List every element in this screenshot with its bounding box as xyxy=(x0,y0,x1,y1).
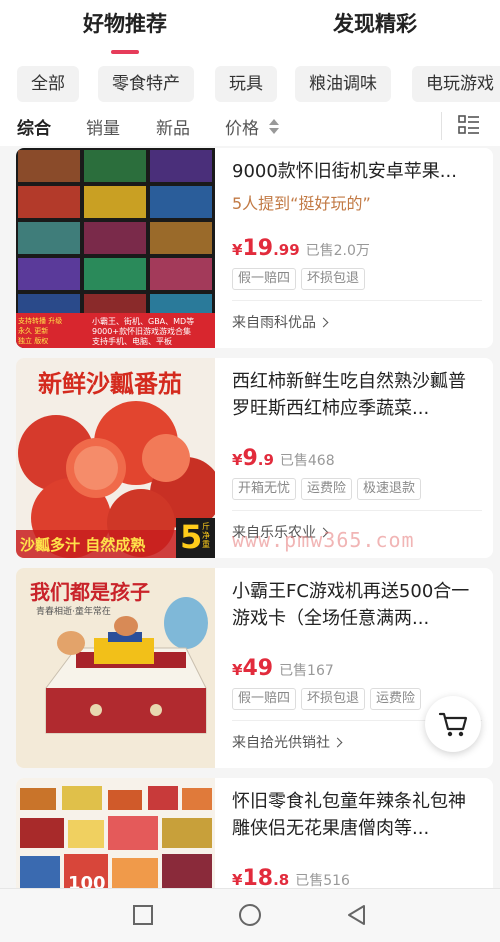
arcade-image-left1: 支持转播 升级 xyxy=(18,317,63,325)
product-image-tomato[interactable]: 新鲜沙瓤番茄 沙瓤多汁 自然成熟 5 斤净重 xyxy=(16,358,215,558)
service-tags: 假一赔四 坏损包退 运费险 xyxy=(232,687,426,710)
service-tag: 极速退款 xyxy=(357,478,422,500)
product-title[interactable]: 怀旧零食礼包童年辣条礼包神雕侠侣无花果唐僧肉等... xyxy=(232,788,482,842)
chevron-right-icon xyxy=(332,737,343,748)
product-price: ¥49 xyxy=(232,656,274,681)
tomato-image-headline: 新鲜沙瓤番茄 xyxy=(38,370,182,398)
product-title[interactable]: 西红柿新鲜生吃自然熟沙瓤普罗旺斯西红柿应季蔬菜... xyxy=(232,368,482,422)
category-chip-bar: 全部 零食特产 玩具 粮油调味 电玩游戏 xyxy=(0,60,500,110)
service-tag: 假一赔四 xyxy=(232,268,297,290)
sort-divider xyxy=(441,112,442,140)
sort-bar: 综合 销量 新品 价格 xyxy=(0,110,500,146)
console-image-tagline: 青春相逝·童年常在 xyxy=(36,607,111,617)
tomato-image-footer: 沙瓤多汁 自然成熟 xyxy=(20,536,146,554)
sold-count: 已售516 xyxy=(295,873,350,889)
product-image-console[interactable]: 我们都是孩子 青春相逝·童年常在 xyxy=(16,568,215,768)
circle-icon[interactable] xyxy=(238,903,262,927)
store-link[interactable]: 来自拾光供销社 xyxy=(232,732,343,752)
tomato-weight-unit: 斤净重 xyxy=(202,522,210,549)
category-chip-all[interactable]: 全部 xyxy=(17,66,79,102)
top-tab-bar: 好物推荐 发现精彩 xyxy=(0,0,500,60)
watermark-text: www.pmw365.com xyxy=(232,528,415,552)
sort-comprehensive[interactable]: 综合 xyxy=(17,114,51,139)
category-chip-snacks[interactable]: 零食特产 xyxy=(98,66,194,102)
product-price: ¥18.8 xyxy=(232,866,290,891)
tab-discover[interactable]: 发现精彩 xyxy=(333,8,417,38)
square-icon[interactable] xyxy=(131,903,155,927)
sort-arrows-icon[interactable] xyxy=(269,117,279,137)
tab-recommended[interactable]: 好物推荐 xyxy=(83,8,167,38)
sort-sales[interactable]: 销量 xyxy=(86,114,120,139)
console-image-headline: 我们都是孩子 xyxy=(30,580,150,604)
service-tag: 坏损包退 xyxy=(301,268,366,290)
product-image-arcade[interactable]: 小霸王、街机、GBA、MD等 9000+款怀旧游戏游戏合集 支持手机、电脑、平板… xyxy=(16,148,215,348)
sold-count: 已售2.0万 xyxy=(305,243,370,259)
triangle-back-icon[interactable] xyxy=(344,903,368,927)
service-tag: 假一赔四 xyxy=(232,688,297,710)
category-chip-groceries[interactable]: 粮油调味 xyxy=(295,66,391,102)
product-card[interactable]: 我们都是孩子 青春相逝·童年常在 小霸王FC游戏机再送500合一游戏卡（全场任意… xyxy=(16,568,493,768)
card-divider xyxy=(232,300,482,301)
active-tab-indicator xyxy=(111,50,139,54)
product-title[interactable]: 9000款怀旧街机安卓苹果... xyxy=(232,158,482,185)
product-card[interactable]: 小霸王、街机、GBA、MD等 9000+款怀旧游戏游戏合集 支持手机、电脑、平板… xyxy=(16,148,493,348)
cart-button[interactable] xyxy=(425,696,481,752)
price-row: ¥19.99 已售2.0万 xyxy=(232,236,370,261)
product-image-snacks[interactable]: 100 xyxy=(16,778,215,898)
product-price: ¥19.99 xyxy=(232,236,300,261)
chevron-right-icon xyxy=(318,317,329,328)
service-tags: 假一赔四 坏损包退 xyxy=(232,267,370,290)
service-tag: 运费险 xyxy=(301,478,353,500)
service-tag: 开箱无忧 xyxy=(232,478,297,500)
store-link[interactable]: 来自雨科优品 xyxy=(232,312,329,332)
sort-price[interactable]: 价格 xyxy=(225,114,259,139)
arcade-image-left2: 永久 更新 xyxy=(18,327,49,335)
arcade-image-line3: 支持手机、电脑、平板 xyxy=(92,337,172,346)
sold-count: 已售167 xyxy=(279,663,334,679)
service-tag: 运费险 xyxy=(370,688,422,710)
card-divider xyxy=(232,510,482,511)
product-price: ¥9.9 xyxy=(232,446,274,471)
price-row: ¥49 已售167 xyxy=(232,656,334,681)
arcade-image-left3: 独立 版权 xyxy=(18,337,49,345)
service-tags: 开箱无忧 运费险 极速退款 xyxy=(232,477,426,500)
tomato-weight-number: 5 xyxy=(180,518,203,556)
product-title[interactable]: 小霸王FC游戏机再送500合一游戏卡（全场任意满两... xyxy=(232,578,482,632)
product-highlight: 5人提到“挺好玩的” xyxy=(232,194,371,213)
shopping-cart-icon xyxy=(438,712,468,737)
system-nav-bar xyxy=(0,888,500,942)
list-view-icon[interactable] xyxy=(458,114,480,136)
category-chip-video-games[interactable]: 电玩游戏 xyxy=(412,66,500,102)
service-tag: 坏损包退 xyxy=(301,688,366,710)
sort-new[interactable]: 新品 xyxy=(156,114,190,139)
sold-count: 已售468 xyxy=(279,453,335,469)
price-row: ¥9.9 已售468 xyxy=(232,446,335,471)
category-chip-toys[interactable]: 玩具 xyxy=(215,66,277,102)
product-card[interactable]: 100 怀旧零食礼包童年辣条礼包神雕侠侣无花果唐僧肉等... ¥18.8 已售51… xyxy=(16,778,493,898)
